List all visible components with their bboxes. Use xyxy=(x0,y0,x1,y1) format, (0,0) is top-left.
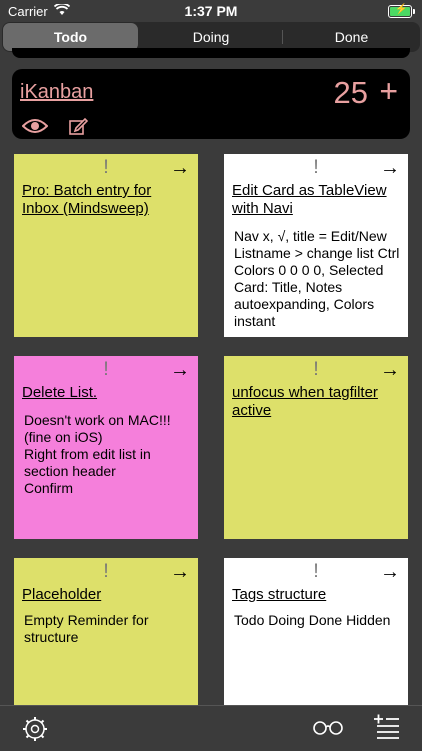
move-arrow-icon[interactable]: → xyxy=(170,561,190,584)
card-placeholder[interactable]: ! → Placeholder Empty Reminder for struc… xyxy=(14,558,198,705)
card-title: Placeholder xyxy=(22,586,102,603)
card-notes: Empty Reminder for structure xyxy=(24,612,149,645)
segment-doing[interactable]: Doing xyxy=(142,23,280,51)
card-title: Delete List. xyxy=(22,384,98,401)
move-arrow-icon[interactable]: → xyxy=(170,157,190,180)
edit-icon[interactable] xyxy=(68,116,89,141)
segment-todo[interactable]: Todo xyxy=(3,23,138,51)
card-title: Tags structure xyxy=(232,586,327,603)
card-title: Pro: Batch entry for Inbox (Mindsweep) xyxy=(22,182,152,217)
bottom-toolbar xyxy=(0,705,422,751)
segment-done[interactable]: Done xyxy=(284,23,419,51)
glasses-icon[interactable] xyxy=(312,719,344,740)
status-bar: Carrier 1:37 PM ⚡ xyxy=(0,0,422,22)
card-count: 25 xyxy=(333,75,368,110)
move-arrow-icon[interactable]: → xyxy=(380,359,400,382)
status-time: 1:37 PM xyxy=(184,3,238,19)
card-title: unfocus when tagfilter active xyxy=(232,384,378,419)
card-title: Edit Card as TableView with Navi xyxy=(232,182,387,217)
eye-icon[interactable] xyxy=(21,117,49,140)
list-header: iKanban 25 + xyxy=(12,69,410,139)
card-tags-structure[interactable]: ! → Tags structure Todo Doing Done Hidde… xyxy=(224,558,408,705)
card-notes: Doesn't work on MAC!!! (fine on iOS) Rig… xyxy=(24,412,171,496)
move-arrow-icon[interactable]: → xyxy=(380,157,400,180)
move-arrow-icon[interactable]: → xyxy=(170,359,190,382)
card-notes: Todo Doing Done Hidden xyxy=(234,612,391,628)
card-batch-entry[interactable]: ! → Pro: Batch entry for Inbox (Mindswee… xyxy=(14,154,198,337)
card-notes: Nav x, √, title = Edit/New Listname > ch… xyxy=(234,228,400,329)
add-card-button[interactable]: + xyxy=(379,73,398,110)
list-title[interactable]: iKanban xyxy=(20,81,93,104)
previous-list-edge xyxy=(12,48,410,58)
add-list-icon[interactable] xyxy=(374,714,400,745)
card-unfocus-tagfilter[interactable]: ! → unfocus when tagfilter active xyxy=(224,356,408,539)
move-arrow-icon[interactable]: → xyxy=(380,561,400,584)
battery-icon: ⚡ xyxy=(388,4,415,18)
segment-divider xyxy=(282,30,283,44)
gear-icon[interactable] xyxy=(22,716,48,747)
card-edit-tableview[interactable]: ! → Edit Card as TableView with Navi Nav… xyxy=(224,154,408,337)
card-delete-list[interactable]: ! → Delete List. Doesn't work on MAC!!! … xyxy=(14,356,198,539)
